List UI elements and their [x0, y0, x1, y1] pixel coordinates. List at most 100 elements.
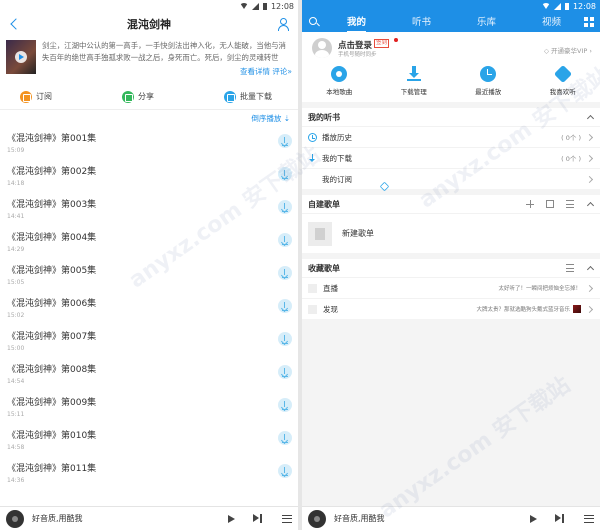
- mini-player: 好音质,用酷我: [0, 506, 298, 530]
- collapse-icon[interactable]: [586, 113, 594, 121]
- playlist-menu-icon[interactable]: [282, 514, 292, 523]
- episode-item[interactable]: 《混沌剑神》第007集 15:00: [0, 324, 298, 357]
- import-icon[interactable]: [546, 200, 554, 208]
- episode-item[interactable]: 《混沌剑神》第005集 15:05: [0, 258, 298, 291]
- view-details-link[interactable]: 查看详情 评论»: [42, 66, 292, 78]
- album-disc-icon[interactable]: [308, 509, 326, 528]
- tab-music-library[interactable]: 乐库: [477, 11, 496, 33]
- next-button[interactable]: [555, 514, 564, 523]
- download-icon[interactable]: [278, 431, 292, 445]
- top-nav: 我的 听书 乐库 视频: [302, 11, 600, 33]
- episode-title: 《混沌剑神》第010集: [7, 431, 97, 441]
- episode-item[interactable]: 《混沌剑神》第003集 14:41: [0, 192, 298, 225]
- episode-time: 15:00: [7, 345, 25, 352]
- episode-item[interactable]: 《混沌剑神》第009集 15:11: [0, 390, 298, 423]
- share-icon: [122, 90, 134, 103]
- episode-item[interactable]: 《混沌剑神》第006集 15:02: [0, 291, 298, 324]
- tab-video[interactable]: 视频: [542, 11, 561, 33]
- my-music-screen: 12:08 我的 听书 乐库 视频 点击登录 签到 手机号随时同步 ◇ 开通豪华…: [302, 0, 600, 530]
- book-cover[interactable]: [6, 40, 36, 74]
- status-bar: 12:08: [0, 0, 298, 12]
- episode-time: 15:09: [7, 147, 25, 154]
- download-icon: [406, 66, 422, 82]
- download-icon[interactable]: [278, 266, 292, 280]
- local-songs-button[interactable]: 本地歌曲: [309, 66, 369, 96]
- episode-item[interactable]: 《混沌剑神》第001集 15:09: [0, 126, 298, 159]
- download-icon[interactable]: [278, 200, 292, 214]
- episode-item[interactable]: 《混沌剑神》第004集 14:29: [0, 225, 298, 258]
- download-icon[interactable]: [278, 464, 292, 478]
- download-icon[interactable]: [278, 299, 292, 313]
- battery-icon: [262, 2, 267, 10]
- row-note: 大牌太贵？那就选酷狗头戴式蓝牙音乐: [476, 307, 570, 313]
- download-icon[interactable]: [278, 233, 292, 247]
- download-icon[interactable]: [278, 398, 292, 412]
- download-icon[interactable]: [278, 332, 292, 346]
- player-track-name[interactable]: 好音质,用酷我: [32, 513, 228, 524]
- search-icon[interactable]: [308, 16, 320, 28]
- batch-download-icon: [224, 90, 236, 103]
- playlist-menu-icon[interactable]: [584, 514, 594, 523]
- episode-item[interactable]: 《混沌剑神》第002集 14:18: [0, 159, 298, 192]
- my-subscriptions-row[interactable]: 我的订阅: [302, 168, 600, 191]
- download-manager-button[interactable]: 下载管理: [384, 66, 444, 96]
- next-button[interactable]: [253, 514, 262, 523]
- manage-icon[interactable]: [566, 264, 574, 272]
- episode-time: 15:05: [7, 279, 25, 286]
- episode-title: 《混沌剑神》第001集: [7, 134, 97, 144]
- section-title: 我的听书: [308, 112, 340, 122]
- share-button[interactable]: 分享: [122, 90, 154, 103]
- player-track-name[interactable]: 好音质,用酷我: [334, 513, 530, 524]
- login-subtitle: 手机号随时同步: [338, 52, 377, 58]
- back-icon[interactable]: [8, 17, 22, 31]
- local-songs-label: 本地歌曲: [326, 88, 353, 96]
- new-playlist-row[interactable]: 新建歌单: [302, 213, 600, 253]
- episode-title: 《混沌剑神》第007集: [7, 332, 97, 342]
- row-label: 我的订阅: [322, 174, 352, 184]
- my-audiobooks-header[interactable]: 我的听书: [302, 108, 600, 126]
- album-disc-icon[interactable]: [6, 509, 24, 528]
- sort-toggle[interactable]: 倒序播放 ⇣: [0, 112, 298, 126]
- quick-actions: 本地歌曲 下载管理 最近播放 我喜欢听: [302, 64, 600, 96]
- subscribe-icon: [20, 90, 32, 103]
- batch-download-button[interactable]: 批量下载: [224, 90, 272, 103]
- recent-plays-button[interactable]: 最近播放: [458, 66, 518, 96]
- collapse-icon[interactable]: [586, 200, 594, 208]
- my-downloads-row[interactable]: 我的下载 ( 0个 ): [302, 147, 600, 168]
- episode-time: 15:02: [7, 312, 25, 319]
- avatar[interactable]: [312, 38, 332, 58]
- episode-title: 《混沌剑神》第005集: [7, 266, 97, 276]
- my-favorites-button[interactable]: 我喜欢听: [533, 64, 593, 96]
- play-icon[interactable]: [15, 51, 27, 63]
- play-button[interactable]: [228, 514, 235, 523]
- grid-menu-icon[interactable]: [584, 17, 594, 27]
- episode-time: 14:54: [7, 378, 25, 385]
- vip-link[interactable]: ◇ 开通豪华VIP ›: [544, 45, 592, 55]
- subscribe-button[interactable]: 订阅: [20, 90, 52, 103]
- episode-item[interactable]: 《混沌剑神》第010集 14:58: [0, 423, 298, 456]
- episode-time: 14:29: [7, 246, 25, 253]
- tab-mine[interactable]: 我的: [346, 11, 366, 33]
- episode-list: 《混沌剑神》第001集 15:09 《混沌剑神》第002集 14:18 《混沌剑神》第0…: [0, 126, 298, 489]
- download-icon: [308, 153, 317, 163]
- live-row[interactable]: 直播 太好听了！一瞬间把烦恼全忘掉！: [302, 277, 600, 298]
- episode-time: 15:11: [7, 411, 25, 418]
- play-history-row[interactable]: 播放历史 ( 0个 ): [302, 126, 600, 147]
- episode-item[interactable]: 《混沌剑神》第008集 14:54: [0, 357, 298, 390]
- collapse-icon[interactable]: [586, 264, 594, 272]
- user-icon[interactable]: [276, 17, 290, 31]
- manage-icon[interactable]: [566, 200, 574, 208]
- episode-title: 《混沌剑神》第006集: [7, 299, 97, 309]
- play-button[interactable]: [530, 514, 537, 523]
- mini-player: 好音质,用酷我: [302, 506, 600, 530]
- my-playlists-header: 自建歌单: [302, 195, 600, 213]
- download-icon[interactable]: [278, 134, 292, 148]
- episode-item[interactable]: 《混沌剑神》第011集 14:36: [0, 456, 298, 489]
- description-text: 剑尘，江湖中公认的第一高手，一手快剑法出神入化，无人能破，当他与消失百年的绝世高…: [42, 41, 286, 62]
- plus-icon[interactable]: [526, 200, 534, 208]
- discover-row[interactable]: 发现 大牌太贵？那就选酷狗头戴式蓝牙音乐: [302, 298, 600, 319]
- download-icon[interactable]: [278, 365, 292, 379]
- checkin-badge[interactable]: 签到: [374, 39, 390, 48]
- download-icon[interactable]: [278, 167, 292, 181]
- tab-audiobooks[interactable]: 听书: [412, 11, 431, 33]
